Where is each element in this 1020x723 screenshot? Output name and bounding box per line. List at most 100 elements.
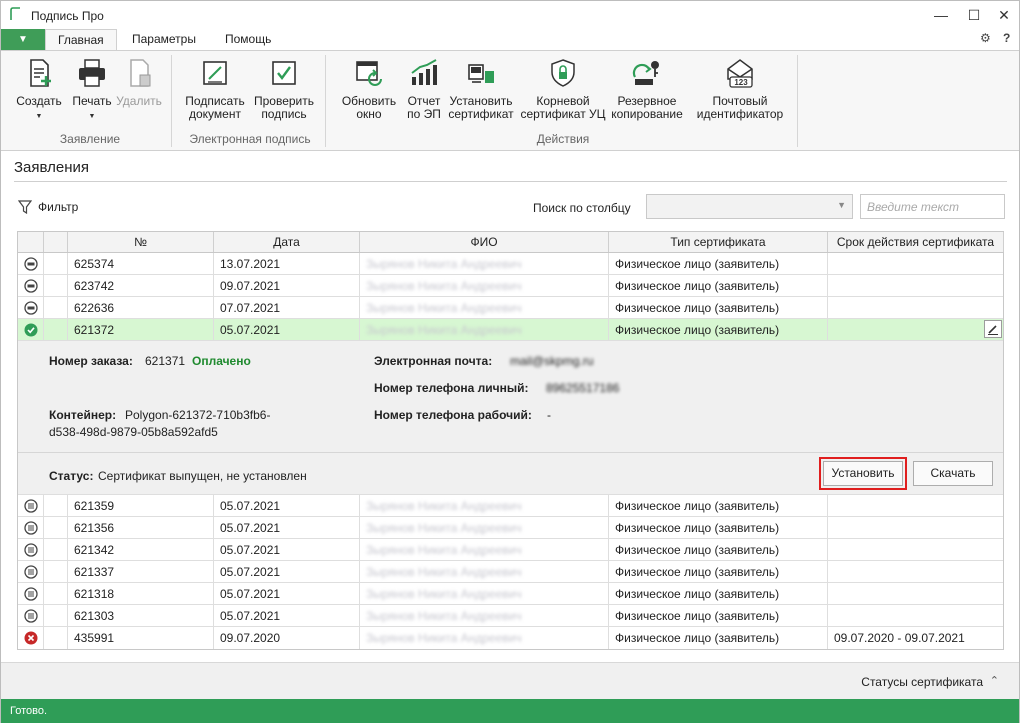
- backup-key-icon: [632, 61, 659, 85]
- row-cert-type: Физическое лицо (заявитель): [609, 583, 828, 604]
- row-date: 07.07.2021: [214, 297, 360, 318]
- table-row[interactable]: 623742 09.07.2021 Зырянов Никита Андреев…: [18, 275, 1003, 297]
- row-status-cell: [18, 605, 44, 626]
- download-button[interactable]: Скачать: [913, 461, 993, 486]
- row-name-blurred: Зырянов Никита Андреевич: [366, 323, 522, 337]
- row-status-cell: [18, 561, 44, 582]
- row-number: 435991: [68, 627, 214, 649]
- status-value: Сертификат выпущен, не установлен: [98, 469, 307, 483]
- filter-button[interactable]: Фильтр: [18, 200, 78, 214]
- table-header-row: № Дата ФИО Тип сертификата Срок действия…: [18, 232, 1004, 253]
- row-name: Зырянов Никита Андреевич: [360, 517, 609, 538]
- close-button[interactable]: ✕: [989, 3, 1019, 27]
- mail-id-button[interactable]: 123 Почтовый идентификатор: [691, 57, 789, 121]
- row-number: 623742: [68, 275, 214, 296]
- install-button[interactable]: Установить: [819, 457, 907, 490]
- row-name-blurred: Зырянов Никита Андреевич: [366, 279, 522, 293]
- phone-personal-value: 89625517186: [546, 381, 620, 395]
- column-header-number[interactable]: №: [68, 232, 214, 252]
- search-column-select[interactable]: ▼: [646, 194, 853, 219]
- check-signature-button[interactable]: Проверить подпись: [252, 57, 316, 121]
- row-number: 621303: [68, 605, 214, 626]
- root-certificate-button[interactable]: Корневой сертификат УЦ: [518, 57, 608, 121]
- root-certificate-icon: [551, 59, 575, 87]
- install-certificate-label: Установить сертификат: [448, 94, 514, 121]
- container-value: Polygon-621372-710b3fb6-: [125, 408, 271, 422]
- table-row-selected[interactable]: 621372 05.07.2021 Зырянов Никита Андреев…: [18, 319, 1003, 341]
- row-name-blurred: Зырянов Никита Андреевич: [366, 301, 522, 315]
- status-label: Статус:: [49, 469, 94, 483]
- table-row[interactable]: 621356 05.07.2021 Зырянов Никита Андреев…: [18, 517, 1003, 539]
- tab-main[interactable]: Главная: [45, 29, 117, 51]
- row-status-cell: [18, 319, 44, 340]
- edit-button[interactable]: [984, 320, 1002, 338]
- row-number: 625374: [68, 253, 214, 274]
- row-name-blurred: Зырянов Никита Андреевич: [366, 587, 522, 601]
- list-doc-icon: [24, 587, 38, 601]
- row-name-blurred: Зырянов Никита Андреевич: [366, 609, 522, 623]
- email-label: Электронная почта:: [374, 354, 493, 368]
- ribbon-group-separator: [171, 55, 172, 147]
- column-header-validity[interactable]: Срок действия сертификата: [828, 232, 1004, 252]
- pending-icon: [24, 279, 38, 293]
- filter-label: Фильтр: [38, 200, 79, 214]
- column-header-status: [18, 232, 44, 252]
- row-date: 05.07.2021: [214, 583, 360, 604]
- chevron-up-icon[interactable]: ⌃: [990, 674, 999, 687]
- certificate-statuses-bar[interactable]: Статусы сертификата ⌃: [1, 662, 1019, 699]
- row-date: 05.07.2021: [214, 561, 360, 582]
- install-certificate-ribbon-button[interactable]: Установить сертификат: [447, 57, 515, 121]
- row-number: 621342: [68, 539, 214, 560]
- print-button[interactable]: Печать ▼: [69, 57, 115, 123]
- column-header-cert-type[interactable]: Тип сертификата: [609, 232, 828, 252]
- table-row[interactable]: 625374 13.07.2021 Зырянов Никита Андреев…: [18, 253, 1003, 275]
- sign-document-button[interactable]: Подписать документ: [184, 57, 246, 121]
- column-header-name[interactable]: ФИО: [360, 232, 609, 252]
- backup-button[interactable]: Резервное копирование: [611, 57, 683, 121]
- table-row[interactable]: 435991 09.07.2020 Зырянов Никита Андреев…: [18, 627, 1003, 649]
- ribbon: Создать ▼ Печать ▼ Удалить Заявление Под…: [1, 50, 1019, 151]
- refresh-window-button[interactable]: Обновить окно: [338, 57, 400, 121]
- tab-help[interactable]: Помощь: [213, 29, 283, 51]
- settings-icon[interactable]: ⚙: [980, 31, 991, 45]
- app-menu-button[interactable]: ▼: [1, 29, 45, 50]
- column-header-date[interactable]: Дата: [214, 232, 360, 252]
- delete-button[interactable]: Удалить: [115, 57, 163, 108]
- table-row[interactable]: 622636 07.07.2021 Зырянов Никита Андреев…: [18, 297, 1003, 319]
- table-row[interactable]: 621318 05.07.2021 Зырянов Никита Андреев…: [18, 583, 1003, 605]
- check-signature-label: Проверить подпись: [253, 94, 314, 121]
- row-date: 09.07.2020: [214, 627, 360, 649]
- row-flag-cell: [44, 583, 68, 604]
- row-flag-cell: [44, 275, 68, 296]
- row-cert-type: Физическое лицо (заявитель): [609, 253, 828, 274]
- maximize-button[interactable]: ☐: [959, 3, 989, 27]
- minimize-button[interactable]: —: [926, 3, 956, 27]
- row-name-blurred: Зырянов Никита Андреевич: [366, 565, 522, 579]
- mail-id-icon: 123: [727, 59, 753, 88]
- window-title: Подпись Про: [31, 9, 104, 23]
- row-flag-cell: [44, 297, 68, 318]
- create-button[interactable]: Создать ▼: [15, 57, 63, 123]
- row-status-cell: [18, 297, 44, 318]
- create-label: Создать: [16, 94, 62, 108]
- help-icon[interactable]: ?: [1003, 31, 1010, 45]
- root-certificate-label: Корневой сертификат УЦ: [520, 94, 606, 121]
- row-name: Зырянов Никита Андреевич: [360, 583, 609, 604]
- order-number-label: Номер заказа:: [49, 354, 133, 368]
- table-row[interactable]: 621342 05.07.2021 Зырянов Никита Андреев…: [18, 539, 1003, 561]
- row-cert-type: Физическое лицо (заявитель): [609, 539, 828, 560]
- table-row[interactable]: 621303 05.07.2021 Зырянов Никита Андреев…: [18, 605, 1003, 627]
- row-name: Зырянов Никита Андреевич: [360, 253, 609, 274]
- table-row[interactable]: 621337 05.07.2021 Зырянов Никита Андреев…: [18, 561, 1003, 583]
- tab-parameters[interactable]: Параметры: [120, 29, 208, 51]
- row-number: 622636: [68, 297, 214, 318]
- row-status-cell: [18, 517, 44, 538]
- revoked-x-icon: [24, 631, 38, 645]
- row-date: 05.07.2021: [214, 495, 360, 516]
- report-button[interactable]: Отчет по ЭП: [402, 57, 446, 121]
- table-row[interactable]: 621359 05.07.2021 Зырянов Никита Андреев…: [18, 495, 1003, 517]
- row-date: 05.07.2021: [214, 517, 360, 538]
- column-header-flag: [44, 232, 68, 252]
- search-input[interactable]: [860, 194, 1005, 219]
- row-name: Зырянов Никита Андреевич: [360, 605, 609, 626]
